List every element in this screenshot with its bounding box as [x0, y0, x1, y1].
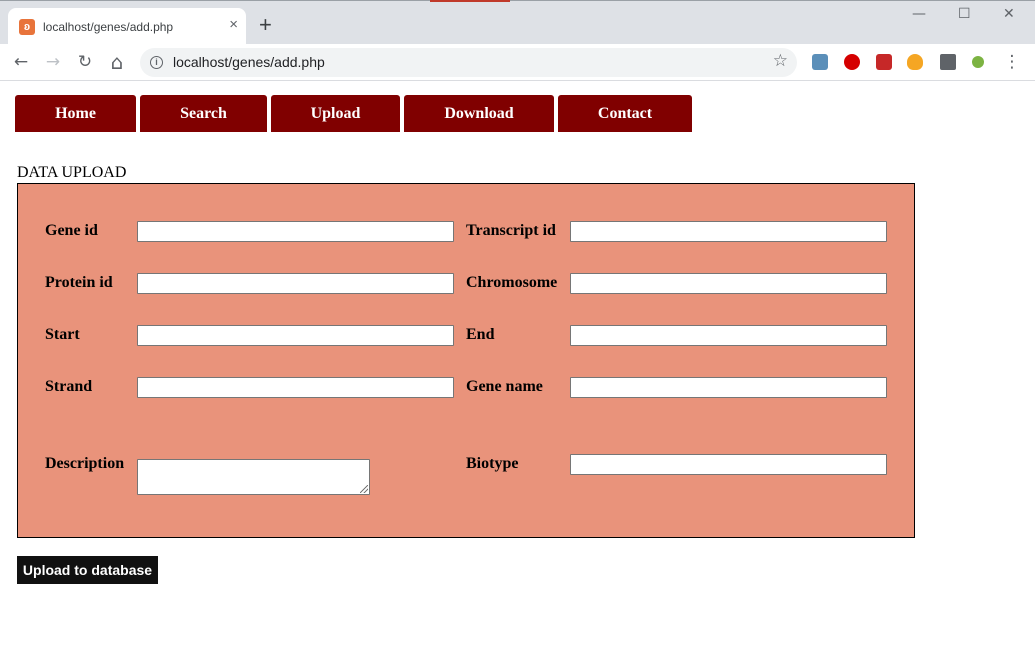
upload-form: Gene id Transcript id Protein id Chromos…	[17, 183, 915, 538]
description-textarea[interactable]	[137, 459, 370, 495]
puzzle-extensions-icon[interactable]	[940, 54, 956, 70]
xampp-favicon-icon: ʚ	[19, 19, 35, 35]
transcript-id-label: Transcript id	[466, 222, 556, 239]
browser-menu-icon[interactable]: ⋮	[1000, 51, 1024, 75]
extension-icon-6[interactable]	[972, 56, 984, 68]
start-label: Start	[45, 326, 80, 343]
end-input[interactable]	[570, 325, 887, 346]
nav-download[interactable]: Download	[404, 95, 554, 132]
chromosome-input[interactable]	[570, 273, 887, 294]
protein-id-input[interactable]	[137, 273, 454, 294]
resize-grip-icon[interactable]	[360, 485, 368, 493]
window-accent	[430, 0, 510, 2]
site-info-icon[interactable]: i	[150, 56, 163, 69]
browser-tabstrip: ʚ localhost/genes/add.php × + — ☐ ✕	[0, 0, 1035, 44]
page-title: DATA UPLOAD	[17, 164, 127, 181]
protein-id-label: Protein id	[45, 274, 113, 291]
extension-icon-4[interactable]	[907, 54, 923, 70]
nav-upload[interactable]: Upload	[271, 95, 400, 132]
browser-tab[interactable]: ʚ localhost/genes/add.php ×	[8, 8, 246, 44]
address-url[interactable]: localhost/genes/add.php	[173, 54, 325, 70]
strand-label: Strand	[45, 378, 93, 395]
upload-to-database-button[interactable]: Upload to database	[17, 556, 158, 584]
end-label: End	[466, 326, 495, 343]
opera-extension-icon[interactable]	[844, 54, 860, 70]
tab-close-icon[interactable]: ×	[229, 17, 238, 33]
maximize-icon[interactable]: ☐	[958, 6, 971, 22]
description-label: Description	[45, 455, 125, 472]
home-icon[interactable]: ⌂	[105, 51, 129, 75]
nav-home[interactable]: Home	[15, 95, 136, 132]
biotype-label: Biotype	[466, 455, 519, 472]
tab-title: localhost/genes/add.php	[43, 20, 174, 34]
chromosome-label: Chromosome	[466, 274, 558, 291]
biotype-input[interactable]	[570, 454, 887, 475]
new-tab-icon[interactable]: +	[259, 14, 272, 36]
forward-icon[interactable]: →	[41, 51, 65, 75]
back-icon[interactable]: ←	[9, 51, 33, 75]
minimize-icon[interactable]: —	[912, 6, 926, 22]
gene-id-input[interactable]	[137, 221, 454, 242]
nav-search[interactable]: Search	[140, 95, 267, 132]
reload-icon[interactable]: ↻	[73, 51, 97, 75]
address-bar[interactable]: i localhost/genes/add.php ☆	[140, 48, 797, 77]
strand-input[interactable]	[137, 377, 454, 398]
extension-icon-1[interactable]	[812, 54, 828, 70]
extension-icon-3[interactable]	[876, 54, 892, 70]
bookmark-star-icon[interactable]: ☆	[773, 51, 788, 71]
window-border	[0, 0, 1035, 1]
start-input[interactable]	[137, 325, 454, 346]
gene-id-label: Gene id	[45, 222, 98, 239]
gene-name-label: Gene name	[466, 378, 543, 395]
gene-name-input[interactable]	[570, 377, 887, 398]
browser-toolbar: ← → ↻ ⌂ i localhost/genes/add.php ☆ ⋮	[0, 44, 1035, 81]
transcript-id-input[interactable]	[570, 221, 887, 242]
window-close-icon[interactable]: ✕	[1003, 6, 1015, 22]
nav-contact[interactable]: Contact	[558, 95, 692, 132]
